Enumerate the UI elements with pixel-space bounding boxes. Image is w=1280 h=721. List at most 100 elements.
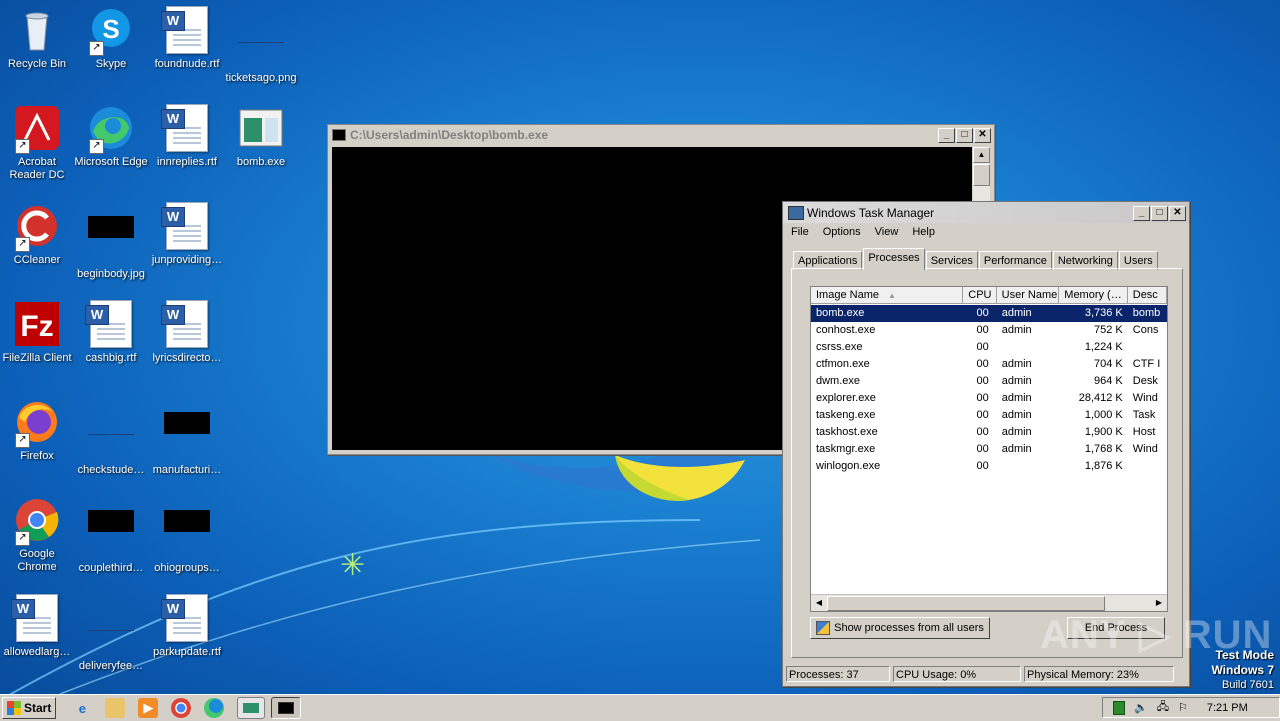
file-icon[interactable]: checkstude… bbox=[74, 398, 148, 477]
action-center-flag-icon[interactable]: ⚐ bbox=[1178, 701, 1188, 714]
test-mode-line3: Build 7601 bbox=[1222, 679, 1274, 691]
maximize-button[interactable]: □ bbox=[956, 128, 973, 143]
menu-file[interactable]: File bbox=[791, 226, 809, 238]
cell-description: Task bbox=[1132, 409, 1156, 421]
network-icon[interactable]: 🖧 bbox=[1157, 698, 1169, 717]
cell-memory: 1,768 K bbox=[1084, 443, 1123, 455]
cell-image-name: bomb.exe bbox=[816, 307, 865, 319]
column-user-name[interactable]: User Name bbox=[996, 287, 1060, 304]
table-row[interactable]: winlogon.exe 00 1,876 K bbox=[811, 458, 1167, 475]
skype-icon[interactable]: S ↗ Skype bbox=[74, 6, 148, 71]
png-file-icon[interactable]: ticketsago.png bbox=[224, 6, 298, 85]
jpg-file-icon[interactable]: beginbody.jpg bbox=[74, 202, 148, 281]
internet-explorer-icon[interactable]: e bbox=[72, 698, 92, 718]
process-list[interactable]: Image Name ▲ CPU User Name Memory (… Des… bbox=[810, 286, 1168, 612]
taskbar: Start e ▶ 🔈 🖧 ⚐ 7:21 PM bbox=[0, 694, 1280, 721]
rtf-file-icon[interactable]: W innreplies.rtf bbox=[150, 104, 224, 169]
cell-memory: 1,000 K bbox=[1084, 409, 1123, 421]
bomb-exe-taskbar-icon[interactable] bbox=[237, 697, 266, 719]
speaker-icon[interactable]: 🔈 bbox=[1134, 701, 1148, 714]
horizontal-scrollbar[interactable]: ◀ ▶ bbox=[811, 594, 1167, 611]
minimize-button[interactable]: _ bbox=[938, 128, 955, 143]
media-player-icon[interactable]: ▶ bbox=[138, 698, 159, 718]
scroll-up-icon[interactable]: ▲ bbox=[973, 147, 990, 163]
menu-help[interactable]: Help bbox=[912, 226, 935, 238]
table-row[interactable]: dwm.exe 00 admin 964 K Desk bbox=[811, 373, 1167, 390]
rtf-file-icon[interactable]: W junproviding… bbox=[150, 202, 224, 267]
cell-user-name bbox=[997, 339, 1060, 356]
table-row[interactable]: ctfmon.exe 00 admin 704 K CTF I bbox=[811, 356, 1167, 373]
show-all-processes-button[interactable]: Show processes from all users bbox=[810, 617, 990, 639]
table-row[interactable]: conhost.exe 00 admin 752 K Cons bbox=[811, 322, 1167, 339]
file-icon[interactable]: couplethird… bbox=[74, 496, 148, 575]
scroll-thumb[interactable] bbox=[827, 596, 1105, 611]
task-manager-taskbar-icon[interactable] bbox=[271, 697, 302, 719]
network-activity-icon[interactable] bbox=[1113, 700, 1125, 715]
column-image-name[interactable]: Image Name ▲ bbox=[811, 287, 964, 304]
chrome-icon[interactable]: ↗ Google Chrome bbox=[0, 496, 74, 574]
rtf-file-icon[interactable]: W allowedlarg… bbox=[0, 594, 74, 659]
shield-icon bbox=[816, 621, 831, 635]
recycle-bin-icon[interactable]: Recycle Bin bbox=[0, 6, 74, 71]
test-mode-notice: Test Mode Windows 7 Build 7601 bbox=[1211, 648, 1274, 692]
tab-processes[interactable]: Processes bbox=[863, 248, 925, 270]
clock[interactable]: 7:21 PM bbox=[1207, 702, 1248, 714]
cell-user-name bbox=[997, 458, 1060, 475]
menu-bar: File Options View Help bbox=[783, 223, 1189, 241]
system-tray: 🔈 🖧 ⚐ 7:21 PM bbox=[1102, 697, 1280, 718]
close-button[interactable]: ✕ bbox=[974, 128, 991, 143]
cell-user-name: admin bbox=[1001, 307, 1032, 319]
desktop-label: CCleaner bbox=[13, 254, 61, 266]
table-row[interactable]: taskeng.exe 00 admin 1,000 K Task bbox=[811, 407, 1167, 424]
ccleaner-icon[interactable]: ↗ CCleaner bbox=[0, 202, 74, 267]
edge-icon[interactable]: ↗ Microsoft Edge bbox=[74, 104, 148, 169]
minimize-button[interactable]: _ bbox=[1133, 206, 1150, 221]
column-cpu[interactable]: CPU bbox=[963, 287, 997, 304]
scroll-right-icon[interactable]: ▶ bbox=[1152, 596, 1166, 609]
cell-image-name: taskmgr.exe bbox=[816, 443, 876, 455]
desktop-label: Skype bbox=[95, 58, 127, 70]
sort-ascending-icon: ▲ bbox=[888, 291, 896, 300]
file-icon[interactable]: ohiogroups… bbox=[150, 496, 224, 575]
acrobat-reader-icon[interactable]: ↗ Acrobat Reader DC bbox=[0, 104, 74, 182]
status-processes: Processes: 37 bbox=[786, 666, 890, 682]
column-memory[interactable]: Memory (… bbox=[1059, 287, 1128, 304]
desktop-label: Microsoft Edge bbox=[74, 156, 148, 168]
scroll-thumb[interactable] bbox=[973, 164, 990, 186]
desktop-label: Acrobat Reader DC bbox=[9, 156, 65, 181]
console-title-bar[interactable]: C:\Users\admin\Desktop\bomb.exe bbox=[328, 125, 994, 145]
table-row[interactable]: bomb.exe 00 admin 3,736 K bomb bbox=[811, 305, 1167, 322]
file-icon[interactable]: manufacturi… bbox=[150, 398, 224, 477]
cell-description: Cons bbox=[1132, 324, 1159, 336]
task-manager-title: Windows Task Manager bbox=[807, 205, 935, 220]
chrome-taskbar-icon[interactable] bbox=[171, 698, 192, 718]
cell-cpu: 00 bbox=[976, 392, 989, 404]
start-button[interactable]: Start bbox=[2, 697, 57, 719]
table-row[interactable]: explorer.exe 00 admin 28,412 K Wind bbox=[811, 390, 1167, 407]
folder-icon[interactable] bbox=[105, 698, 126, 718]
filezilla-icon[interactable]: Fz FileZilla Client bbox=[0, 300, 74, 365]
edge-taskbar-icon[interactable] bbox=[204, 698, 225, 718]
rtf-file-icon[interactable]: W cashbig.rtf bbox=[74, 300, 148, 365]
firefox-icon[interactable]: ↗ Firefox bbox=[0, 398, 74, 463]
table-row[interactable]: taskhost.exe 00 admin 1,900 K Host bbox=[811, 424, 1167, 441]
menu-options[interactable]: Options bbox=[823, 226, 861, 238]
desktop-label: Google Chrome bbox=[17, 548, 57, 573]
task-manager-title-bar[interactable]: Windows Task Manager bbox=[783, 202, 1189, 223]
rtf-file-icon[interactable]: W parkupdate.rtf bbox=[150, 594, 224, 659]
status-memory: Physical Memory: 23% bbox=[1024, 666, 1174, 682]
exe-file-icon[interactable]: bomb.exe bbox=[224, 104, 298, 169]
close-button[interactable]: ✕ bbox=[1169, 206, 1186, 221]
scroll-left-icon[interactable]: ◀ bbox=[812, 596, 826, 609]
file-icon[interactable]: deliveryfee… bbox=[74, 594, 148, 673]
column-description[interactable]: Desc bbox=[1127, 287, 1167, 304]
menu-view[interactable]: View bbox=[875, 226, 899, 238]
cell-image-name: conhost.exe bbox=[816, 324, 876, 336]
table-row[interactable]: taskmgr.exe 00 admin 1,768 K Wind bbox=[811, 441, 1167, 458]
rtf-file-icon[interactable]: W foundnude.rtf bbox=[150, 6, 224, 71]
maximize-button[interactable]: □ bbox=[1151, 206, 1168, 221]
table-row[interactable]: csrss.exe 00 1,224 K bbox=[811, 339, 1167, 356]
rtf-file-icon[interactable]: W lyricsdirecto… bbox=[150, 300, 224, 365]
cell-image-name: csrss.exe bbox=[816, 341, 863, 353]
cell-description bbox=[1128, 339, 1167, 356]
